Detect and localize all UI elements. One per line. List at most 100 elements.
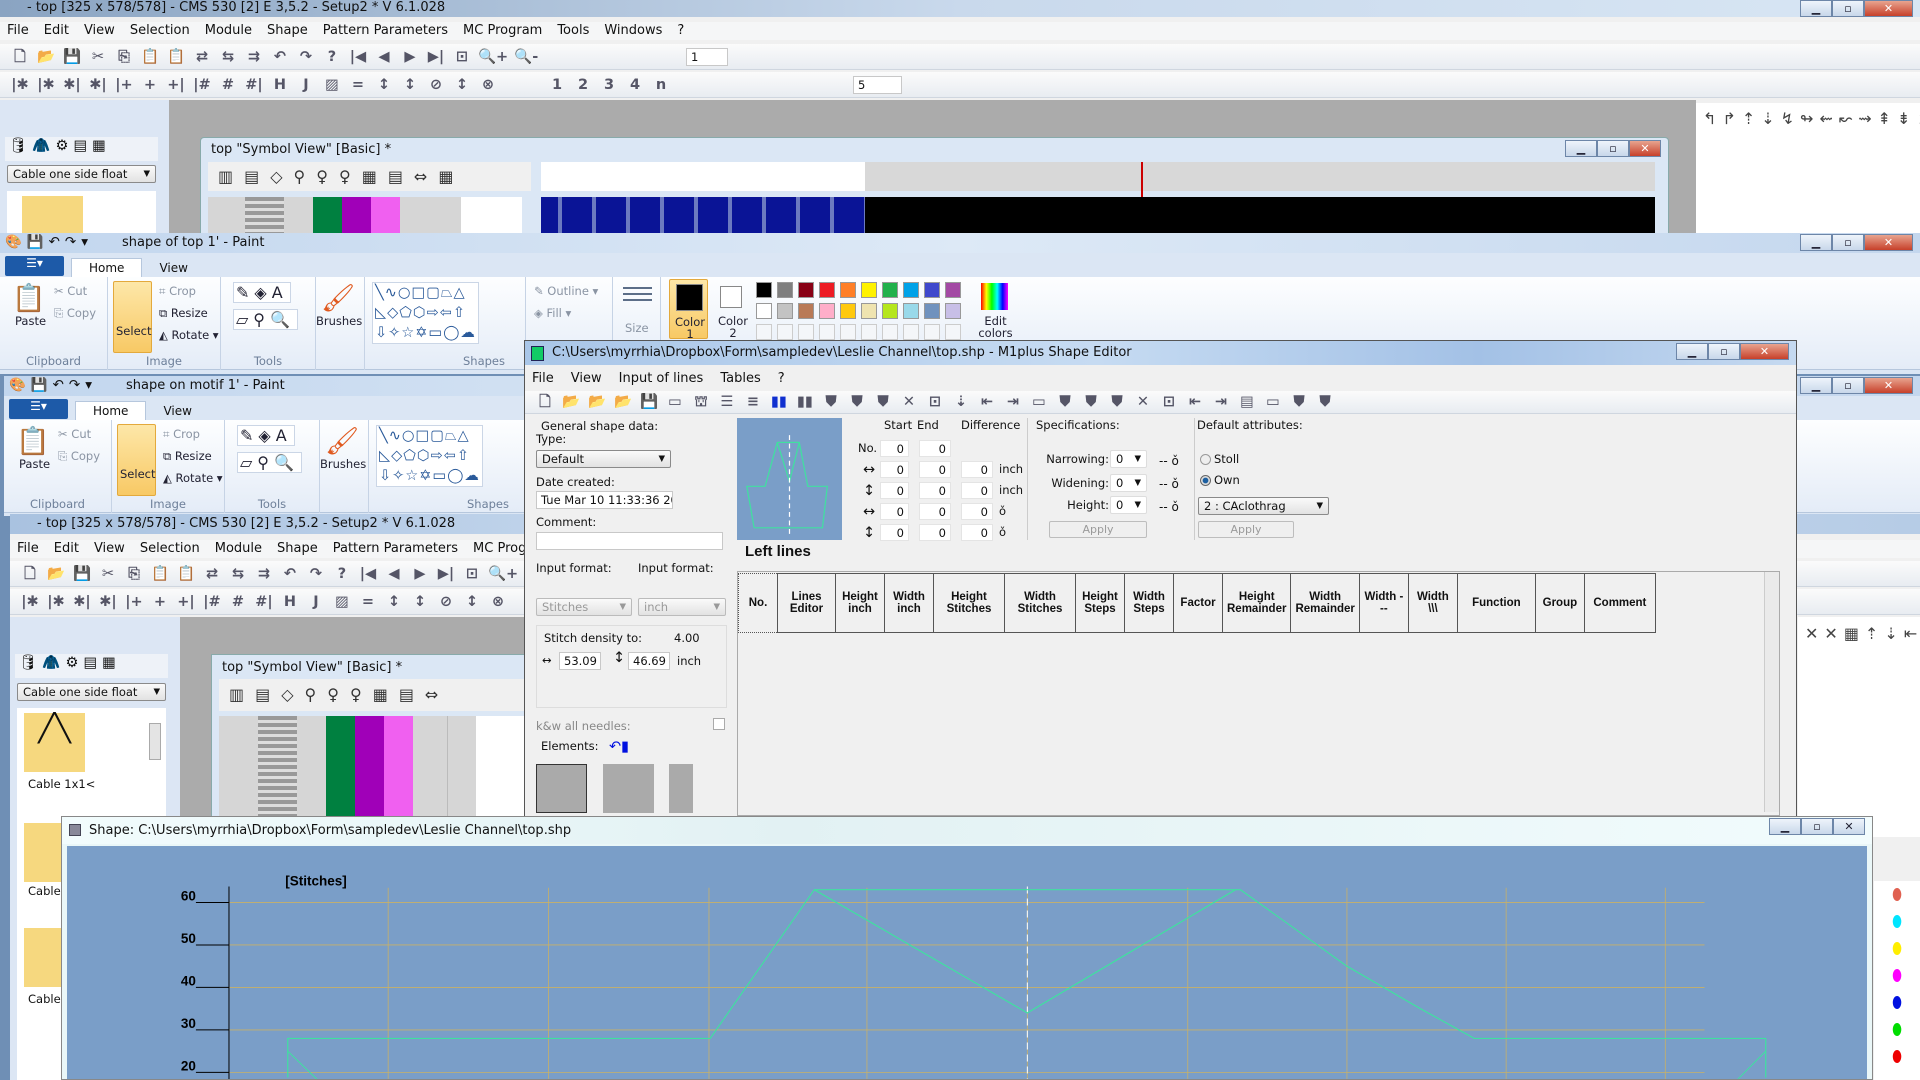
palette-swatch-empty[interactable]	[819, 324, 835, 340]
palette-swatch[interactable]	[798, 303, 814, 319]
menu-item[interactable]: Pattern Parameters	[333, 540, 458, 558]
select-button[interactable]: Select	[113, 281, 152, 353]
toolbar-icon[interactable]: ↕	[410, 592, 430, 612]
maximize-button[interactable]: ▫	[1832, 0, 1864, 17]
toolbar-icon[interactable]: 🔍+	[488, 564, 518, 584]
column-header[interactable]: Height Steps	[1075, 573, 1125, 633]
palette-swatch-empty[interactable]	[840, 324, 856, 340]
narrowing-select[interactable]: 0	[1110, 450, 1147, 468]
column-header[interactable]: Width ---	[1358, 573, 1409, 633]
toolbar-icon[interactable]: ▶	[410, 564, 430, 584]
type-dropdown[interactable]: Default	[536, 450, 671, 468]
module-thumbnail[interactable]	[24, 928, 61, 987]
minimize-button[interactable]: ▁	[1769, 818, 1801, 835]
quick-access-toolbar[interactable]: 🎨💾↶↷▾	[5, 234, 93, 250]
start-input[interactable]: 0	[880, 524, 909, 541]
palette-swatch[interactable]	[861, 303, 877, 319]
close-button[interactable]: ✕	[1864, 377, 1913, 394]
toolbar-icon[interactable]: ⊘	[426, 75, 446, 95]
tab-view[interactable]: View	[146, 402, 208, 420]
palette-swatch[interactable]	[903, 303, 919, 319]
palette-swatch[interactable]	[924, 303, 940, 319]
close-button[interactable]: ✕	[1864, 234, 1913, 251]
toolbar-icon[interactable]: ↕	[384, 592, 404, 612]
toolbar-icon[interactable]: ⎘	[124, 564, 144, 584]
outline-button[interactable]: ✎ Outline ▾	[534, 284, 598, 298]
toolbar-icon[interactable]: 🔍-	[514, 47, 538, 67]
end-input[interactable]: 0	[919, 461, 951, 478]
minimize-button[interactable]: ▁	[1800, 377, 1832, 394]
density-width-input[interactable]: 53.09	[559, 652, 601, 670]
toolbar-number-button[interactable]: 3	[599, 75, 619, 95]
brushes-icon[interactable]: 🖌	[325, 425, 359, 457]
toolbar-icon[interactable]: ↕	[452, 75, 472, 95]
menu-item[interactable]: Shape	[267, 22, 308, 40]
toolbar-icon[interactable]: ⇆	[228, 564, 248, 584]
minimize-button[interactable]: ▁	[1800, 0, 1832, 17]
attribute-dropdown[interactable]: 2 : CAclothrag	[1198, 497, 1329, 515]
module-thumbnail[interactable]	[22, 196, 83, 235]
toolbar-icon[interactable]: 📋	[140, 47, 160, 67]
toolbar-icon[interactable]: ⇄	[202, 564, 222, 584]
cut-button[interactable]: ✂ Cut	[58, 427, 91, 441]
toolbar-icon[interactable]: |✱	[20, 592, 40, 612]
toolbar-icon[interactable]: +	[140, 75, 160, 95]
resize-button[interactable]: ⧉ Resize	[159, 306, 208, 321]
table-scrollbar[interactable]	[1764, 572, 1779, 812]
scrollbar[interactable]	[149, 723, 161, 760]
palette-swatch[interactable]	[882, 303, 898, 319]
brushes-button[interactable]: Brushes	[320, 457, 366, 471]
menu-item[interactable]: Pattern Parameters	[323, 22, 448, 40]
paste-icon[interactable]: 📋	[16, 425, 50, 457]
edit-colors-button[interactable]: Edit colors	[977, 279, 1014, 341]
start-input[interactable]: 0	[880, 440, 909, 457]
yarn-carrier-palette[interactable]: ⬮ ⬮ ⬮ ⬮ ⬮ ⬮ ⬮	[1874, 881, 1920, 1080]
column-header[interactable]: Height Stitches	[933, 573, 1005, 633]
palette-swatch[interactable]	[861, 282, 877, 298]
maximize-button[interactable]: ▫	[1708, 343, 1740, 360]
toolbar-icon[interactable]: =	[358, 592, 378, 612]
pattern-area[interactable]	[541, 197, 865, 234]
close-button[interactable]: ✕	[1629, 140, 1661, 157]
palette-swatch[interactable]	[840, 282, 856, 298]
palette-swatch-empty[interactable]	[924, 324, 940, 340]
toolbar-icon[interactable]: +	[150, 592, 170, 612]
toolbar-icon[interactable]: ?	[322, 47, 342, 67]
toolbar-icon[interactable]: ⊗	[488, 592, 508, 612]
module-thumbnail[interactable]	[24, 823, 61, 882]
module-tabs[interactable]: 🛢🧥⚙▤▦	[5, 137, 158, 161]
minimize-button[interactable]: ▁	[1565, 140, 1597, 157]
menu-item[interactable]: Edit	[44, 22, 69, 40]
toolbar-icon[interactable]: ⎘	[114, 47, 134, 67]
palette-swatch-empty[interactable]	[882, 324, 898, 340]
toolbar-icon[interactable]: +|	[176, 592, 196, 612]
toolbar-icon[interactable]: ⇆	[218, 47, 238, 67]
toolbar-icon[interactable]: ↶	[270, 47, 290, 67]
tab-view[interactable]: View	[142, 259, 204, 277]
toolbar-number-button[interactable]: n	[651, 75, 671, 95]
tab-home[interactable]: Home	[75, 401, 147, 420]
density-height-input[interactable]: 46.69	[628, 652, 670, 670]
toolbar-icon[interactable]: 🗋	[10, 47, 30, 67]
menu-item[interactable]: ?	[677, 22, 684, 40]
toolbar-icon[interactable]: |✱	[46, 592, 66, 612]
toolbar-icon[interactable]: 📋	[166, 47, 186, 67]
resize-button[interactable]: ⧉ Resize	[163, 449, 212, 464]
shape-editor-toolbar[interactable]: 🗋 📂 📂 📂 💾 ▭ ⛫ ☰ ≡ ▮▮ ▮▮ ⛊ ⛊ ⛊ ✕ ⊡ ⇣ ⇤ ⇥ ▭ ⛊ ⛊ ⛊ ✕ ⊡ ⇤ ⇥ ▤ ▭ ⛊ ⛊	[525, 391, 1796, 414]
module-thumbnail[interactable]: ╱╲	[24, 713, 85, 772]
palette-swatch[interactable]	[756, 282, 772, 298]
menu-item[interactable]: ?	[778, 370, 785, 388]
toolbar-icon[interactable]: ↷	[296, 47, 316, 67]
pattern-area-empty[interactable]	[865, 197, 1655, 234]
toolbar-icon[interactable]: ↕	[462, 592, 482, 612]
close-button[interactable]: ✕	[1833, 818, 1865, 835]
tools-row-2[interactable]: ▱⚲🔍	[233, 309, 298, 330]
zoom-select[interactable]: 1	[686, 48, 728, 66]
rotate-button[interactable]: ◭ Rotate ▾	[159, 328, 219, 342]
crop-button[interactable]: ⌗ Crop	[159, 284, 196, 299]
start-input[interactable]: 0	[880, 482, 909, 499]
toolbar-icon[interactable]: ◀	[384, 564, 404, 584]
menu-item[interactable]: Input of lines	[619, 370, 704, 388]
toolbar-icon[interactable]: =	[348, 75, 368, 95]
toolbar-icon[interactable]: 💾	[62, 47, 82, 67]
